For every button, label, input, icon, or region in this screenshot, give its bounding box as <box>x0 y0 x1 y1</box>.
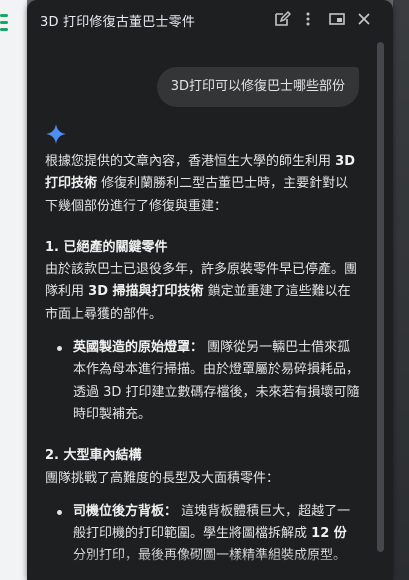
section2-heading: 2. 大型車內結構 <box>45 448 142 464</box>
close-icon[interactable] <box>355 10 373 28</box>
picture-in-picture-icon[interactable] <box>328 10 346 28</box>
section1-paragraph: 由於該款巴士已退役多年，許多原裝零件早已停產。團隊利用 3D 掃描與打印技術 鎖… <box>45 262 358 322</box>
intro-paragraph: 根據您提供的文章內容，香港恒生大學的師生利用 3D 打印技術 修復利蘭勝利二型古… <box>45 154 355 214</box>
section1-bullet: 英國製造的原始燈罩： 團隊從另一輛巴士借來孤本作為母本進行掃描。由於燈罩屬於易碎… <box>45 337 361 426</box>
section2-paragraph: 團隊挑戰了高難度的長型及大面積零件： <box>45 470 280 486</box>
panel-title: 3D 打印修復古董巴士零件 <box>40 15 196 30</box>
gemini-sparkle-icon <box>46 124 66 144</box>
bottom-fade <box>27 552 393 580</box>
response-content: 根據您提供的文章內容，香港恒生大學的師生利用 3D 打印技術 修復利蘭勝利二型古… <box>45 151 361 568</box>
assistant-side-panel: 3D 打印修復古董巴士零件 3D打印可以修復巴士哪些部份 根據您提供的文章內容，… <box>27 0 393 580</box>
panel-header: 3D 打印修復古董巴士零件 <box>27 0 393 40</box>
background-app-left <box>0 0 27 580</box>
section1-heading: 1. 已絕產的關鍵零件 <box>45 239 168 255</box>
more-vert-icon[interactable] <box>299 10 317 28</box>
edit-icon[interactable] <box>273 10 291 28</box>
user-message-bubble: 3D打印可以修復巴士哪些部份 <box>156 67 359 107</box>
scrollbar[interactable] <box>377 42 384 552</box>
background-app-right <box>393 0 409 580</box>
menu-icon[interactable] <box>0 14 10 35</box>
